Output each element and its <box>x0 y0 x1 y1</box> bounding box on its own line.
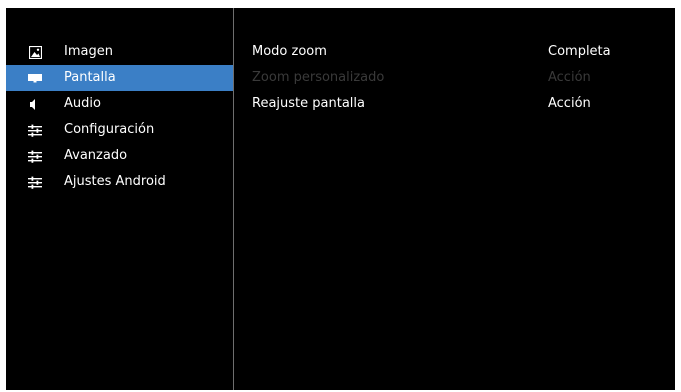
sidebar-item-ajustes-android[interactable]: Ajustes Android <box>6 169 233 195</box>
sidebar-item-configuracion[interactable]: Configuración <box>6 117 233 143</box>
setting-value: Acción <box>548 70 591 85</box>
setting-label: Reajuste pantalla <box>252 96 365 111</box>
sidebar-item-label: Ajustes Android <box>64 174 166 189</box>
screen-icon <box>28 71 42 85</box>
speaker-icon <box>28 97 42 111</box>
sidebar-item-label: Pantalla <box>64 70 116 85</box>
sidebar-menu: Imagen Pantalla Audio Configuración Avan… <box>6 39 233 195</box>
image-icon <box>28 45 42 59</box>
setting-label: Zoom personalizado <box>252 70 385 85</box>
sidebar-item-label: Configuración <box>64 122 155 137</box>
panel-divider <box>233 8 234 390</box>
sidebar-item-label: Audio <box>64 96 101 111</box>
setting-row-zoom-personalizado: Zoom personalizado Acción <box>252 65 652 91</box>
sidebar-item-label: Imagen <box>64 44 113 59</box>
sliders-icon <box>28 123 42 137</box>
setting-value: Acción <box>548 96 591 111</box>
settings-list: Modo zoom Completa Zoom personalizado Ac… <box>252 39 652 117</box>
sliders-icon <box>28 149 42 163</box>
setting-row-modo-zoom[interactable]: Modo zoom Completa <box>252 39 652 65</box>
sidebar-item-label: Avanzado <box>64 148 128 163</box>
setting-row-reajuste-pantalla[interactable]: Reajuste pantalla Acción <box>252 91 652 117</box>
sidebar-item-avanzado[interactable]: Avanzado <box>6 143 233 169</box>
setting-label: Modo zoom <box>252 44 327 59</box>
sidebar-item-pantalla[interactable]: Pantalla <box>6 65 233 91</box>
sliders-icon <box>28 175 42 189</box>
osd-menu-screen: Imagen Pantalla Audio Configuración Avan… <box>6 8 675 390</box>
sidebar-item-imagen[interactable]: Imagen <box>6 39 233 65</box>
sidebar-item-audio[interactable]: Audio <box>6 91 233 117</box>
setting-value: Completa <box>548 44 611 59</box>
